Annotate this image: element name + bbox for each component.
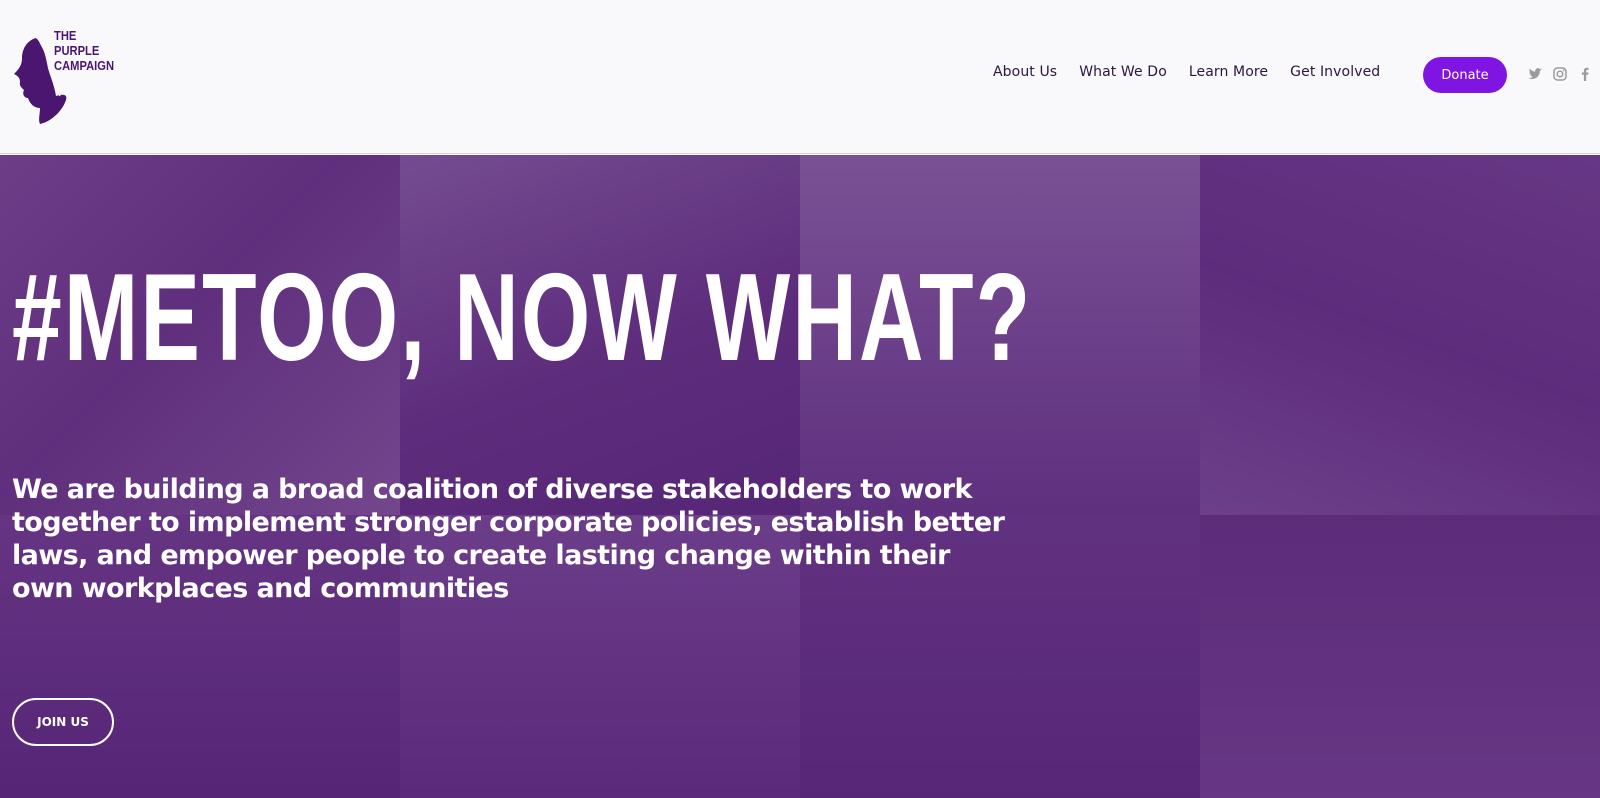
hero-section: #METOO, NOW WHAT? We are building a broa… [0, 155, 1600, 798]
hero-headline: #METOO, NOW WHAT? [12, 249, 1033, 387]
site-header: THE PURPLE CAMPAIGN About Us What We Do … [0, 0, 1600, 154]
hero-subtext: We are building a broad coalition of div… [12, 474, 1005, 604]
donate-button[interactable]: Donate [1423, 57, 1507, 93]
facebook-icon[interactable] [1577, 66, 1593, 82]
nav-get-involved[interactable]: Get Involved [1290, 64, 1380, 80]
social-links [1527, 66, 1593, 82]
brand-name-line: THE [54, 28, 77, 43]
join-us-button[interactable]: JOIN US [12, 698, 114, 746]
twitter-icon[interactable] [1527, 66, 1543, 82]
nav-what-we-do[interactable]: What We Do [1079, 64, 1167, 80]
main-nav: About Us What We Do Learn More Get Invol… [993, 64, 1402, 80]
nav-about-us[interactable]: About Us [993, 64, 1057, 80]
brand-name-line: CAMPAIGN [54, 58, 115, 73]
instagram-icon[interactable] [1552, 66, 1568, 82]
nav-learn-more[interactable]: Learn More [1189, 64, 1268, 80]
brand-name: THE PURPLE CAMPAIGN [54, 28, 114, 73]
brand-name-line: PURPLE [54, 43, 100, 58]
